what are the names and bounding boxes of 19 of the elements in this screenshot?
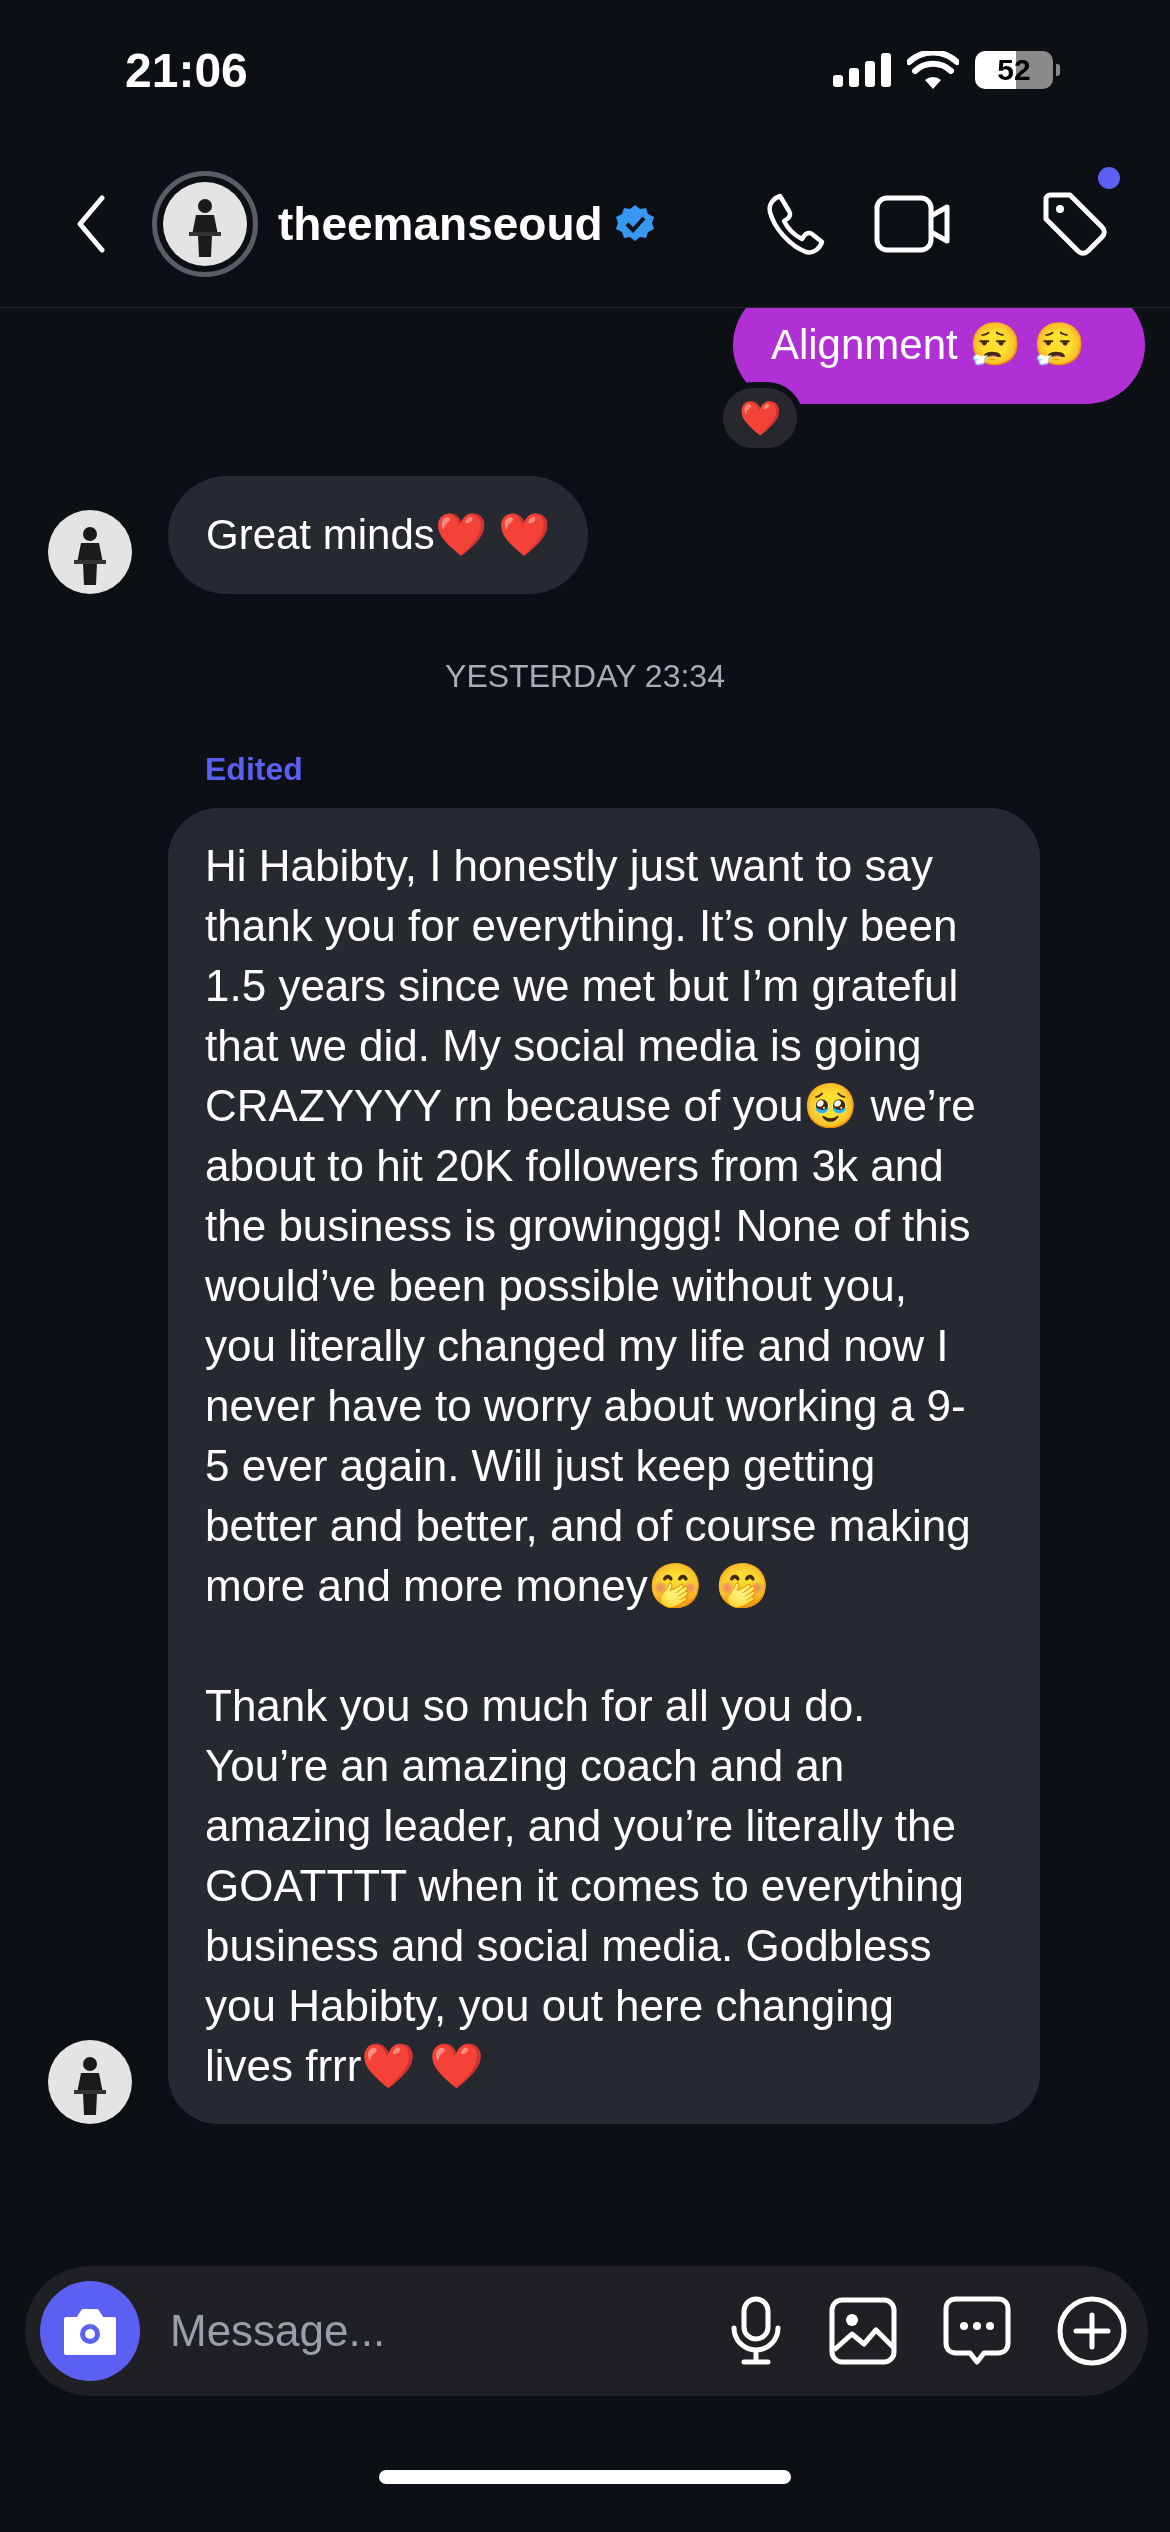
message-field[interactable]: Message... <box>168 2305 684 2357</box>
camera-button[interactable] <box>40 2281 140 2381</box>
timestamp: YESTERDAY 23:34 <box>444 658 726 695</box>
status-time: 21:06 <box>125 42 248 98</box>
message-text: Hi Habibty, I honestly just want to say thank you for everything. It’s only been 1.5 years since we met but I’m grateful that we did. My social media is going CRAZYYYY rn because of you🥹 we’re about to hit 20K followers from 3k and the business is growinggg! None of this would’ve been possible without you, you literally changed my life and now I never have to worry about working a 9-5 ever again. Will just keep getting better and better, and of course making more and more money🤭 🤭 <box>205 840 976 1612</box>
edited-label: Edited <box>205 751 304 788</box>
back-icon[interactable] <box>76 194 106 253</box>
username[interactable]: theemanseoud <box>278 196 603 251</box>
wifi-icon <box>907 51 959 89</box>
gallery-icon[interactable] <box>828 2296 898 2366</box>
camera-icon <box>62 2307 118 2355</box>
message-bubble: Great minds❤ ❤ <box>168 476 589 594</box>
avatar[interactable] <box>48 2040 132 2124</box>
add-icon[interactable] <box>1056 2295 1128 2367</box>
chat-options-icon[interactable] <box>942 2295 1012 2367</box>
profile-avatar[interactable] <box>152 170 258 277</box>
avatar[interactable] <box>48 510 132 594</box>
message-text: Thank you so much for all you do. You’re an amazing coach and an amazing leader, and you’re literally the GOATTTT when it comes to everything business and social media. Godbless you Habibty, you out here changing lives frrr❤ ❤ <box>205 1680 965 2092</box>
signal-icon <box>833 53 891 87</box>
